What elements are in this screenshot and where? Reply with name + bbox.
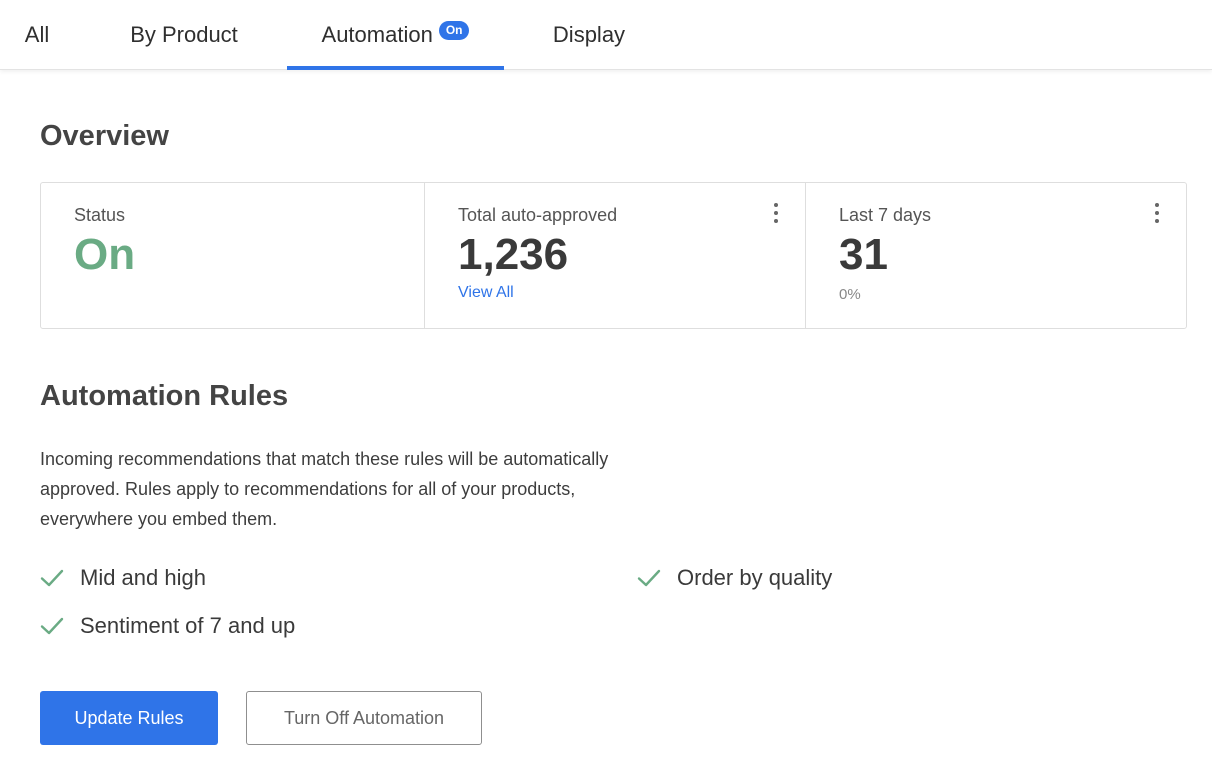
tab-by-product[interactable]: By Product <box>120 0 248 70</box>
last-7-days-label: Last 7 days <box>839 205 932 225</box>
rule-item: Order by quality <box>637 565 832 591</box>
view-all-link[interactable]: View All <box>458 284 514 302</box>
total-approved-card: Total auto-approved 1,236 View All <box>424 183 805 328</box>
tab-label: Automation <box>321 22 433 47</box>
rule-item: Sentiment of 7 and up <box>40 613 295 639</box>
last-7-days-change: 0% <box>839 286 861 303</box>
rule-label: Mid and high <box>80 565 206 590</box>
rule-item: Mid and high <box>40 565 206 591</box>
overview-cards: Status On Total auto-approved 1,236 View… <box>40 182 1187 329</box>
last-7-days-value: 31 <box>839 230 888 279</box>
more-vertical-icon[interactable] <box>1152 203 1162 223</box>
more-vertical-icon[interactable] <box>771 203 781 223</box>
rule-label: Sentiment of 7 and up <box>80 613 296 638</box>
overview-title: Overview <box>40 120 169 152</box>
status-card: Status On <box>41 183 424 328</box>
update-rules-button[interactable]: Update Rules <box>40 691 218 745</box>
status-label: Status <box>74 205 126 225</box>
tab-label: All <box>24 22 50 47</box>
tab-display[interactable]: Display <box>540 0 638 70</box>
tab-all[interactable]: All <box>14 0 60 70</box>
automation-rules-title: Automation Rules <box>40 380 289 412</box>
total-approved-label: Total auto-approved <box>458 205 618 225</box>
status-badge: On <box>438 20 470 40</box>
tab-label: Display <box>552 22 626 47</box>
check-icon <box>40 617 64 635</box>
tab-label: By Product <box>130 22 238 47</box>
last-7-days-card: Last 7 days 31 0% <box>805 183 1186 328</box>
tab-bar: All By Product Automation On Display <box>0 0 1212 70</box>
total-approved-value: 1,236 <box>458 230 569 279</box>
status-value: On <box>74 230 136 279</box>
check-icon <box>40 569 64 587</box>
rules-description: Incoming recommendations that match thes… <box>40 449 609 529</box>
turn-off-automation-button[interactable]: Turn Off Automation <box>246 691 482 745</box>
check-icon <box>637 569 661 587</box>
tab-automation[interactable]: Automation On <box>287 0 504 70</box>
rule-label: Order by quality <box>677 565 833 590</box>
